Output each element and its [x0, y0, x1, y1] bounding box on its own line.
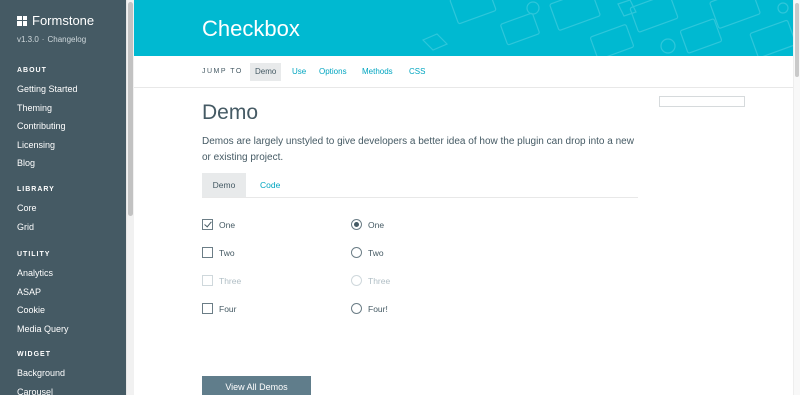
- nav-heading-utility: UTILITY: [17, 251, 51, 258]
- sidebar-scrollbar-thumb[interactable]: [128, 2, 133, 216]
- checkbox-label: Four: [219, 303, 237, 314]
- checkbox-option[interactable]: Two: [202, 246, 235, 259]
- sidebar: Formstone v1.3.0 · Changelog ABOUT Getting…: [0, 0, 126, 395]
- sidebar-item-background[interactable]: Background: [17, 366, 65, 385]
- nav-heading-widget: WIDGET: [17, 351, 51, 358]
- side-search-input[interactable]: [659, 96, 745, 107]
- version-label: v1.3.0: [17, 35, 39, 44]
- sidebar-item-licensing[interactable]: Licensing: [17, 138, 78, 157]
- nav-heading-about: ABOUT: [17, 67, 47, 74]
- jump-link-demo[interactable]: Demo: [250, 63, 282, 81]
- formstone-logo-icon: [17, 15, 27, 26]
- nav-heading-library: LIBRARY: [17, 186, 55, 193]
- radio-option[interactable]: Four!: [351, 302, 388, 315]
- sidebar-item-core[interactable]: Core: [17, 201, 55, 220]
- radio-option-disabled: Three: [351, 274, 390, 287]
- demo-tabs: Demo Code: [202, 173, 638, 198]
- sidebar-item-asap[interactable]: ASAP: [17, 285, 69, 304]
- radio-option[interactable]: Two: [351, 246, 384, 259]
- section-description: Demos are largely unstyled to give devel…: [202, 136, 634, 163]
- jump-link-use[interactable]: Use: [292, 63, 306, 81]
- radio-label: Four!: [368, 303, 388, 314]
- jump-to-label: JUMP TO: [202, 68, 243, 75]
- radio-dot-icon: [354, 222, 359, 227]
- section-title: Demo: [202, 101, 259, 124]
- jump-link-css[interactable]: CSS: [409, 63, 425, 81]
- checkbox-label: Two: [219, 247, 235, 258]
- checkbox-label: Three: [219, 275, 242, 286]
- jump-link-options[interactable]: Options: [319, 63, 347, 81]
- page-title: Checkbox: [202, 16, 300, 41]
- radio-label: Two: [368, 247, 384, 258]
- checkbox[interactable]: [202, 219, 213, 230]
- checkbox-option-disabled: Three: [202, 274, 241, 287]
- radio-button[interactable]: [351, 303, 362, 314]
- page-header: Checkbox: [134, 0, 793, 56]
- checkbox[interactable]: [202, 303, 213, 314]
- radio-label: One: [368, 219, 385, 230]
- brand[interactable]: Formstone: [17, 13, 94, 28]
- sidebar-item-getting-started[interactable]: Getting Started: [17, 82, 78, 101]
- radio-label: Three: [368, 275, 391, 286]
- brand-name[interactable]: Formstone: [32, 13, 94, 28]
- sidebar-item-carousel[interactable]: Carousel: [17, 385, 65, 395]
- version-line: v1.3.0 · Changelog: [17, 35, 87, 44]
- checkbox-option[interactable]: Four: [202, 302, 236, 315]
- radio-button[interactable]: [351, 247, 362, 258]
- sidebar-item-analytics[interactable]: Analytics: [17, 266, 69, 285]
- changelog-link[interactable]: Changelog: [47, 35, 86, 44]
- tab-demo[interactable]: Demo: [202, 173, 246, 197]
- sidebar-item-media-query[interactable]: Media Query: [17, 322, 69, 341]
- nav-section-library: LIBRARY Core Grid: [17, 185, 55, 238]
- check-icon: [204, 219, 212, 228]
- sidebar-item-grid[interactable]: Grid: [17, 220, 55, 239]
- checkbox[interactable]: [202, 247, 213, 258]
- checkbox-disabled: [202, 275, 213, 286]
- nav-section-utility: UTILITY Analytics ASAP Cookie Media Quer…: [17, 250, 69, 340]
- radio-button-disabled: [351, 275, 362, 286]
- jump-nav: JUMP TO Demo Use Options Methods CSS: [134, 56, 793, 88]
- sidebar-item-contributing[interactable]: Contributing: [17, 119, 78, 138]
- radio-option[interactable]: One: [351, 218, 384, 231]
- checkbox-label: One: [219, 219, 236, 230]
- page-scrollbar-thumb[interactable]: [795, 3, 799, 77]
- nav-section-widget: WIDGET Background Carousel: [17, 350, 65, 395]
- sidebar-item-cookie[interactable]: Cookie: [17, 303, 69, 322]
- sidebar-item-blog[interactable]: Blog: [17, 156, 78, 175]
- tab-code[interactable]: Code: [260, 173, 280, 197]
- nav-section-about: ABOUT Getting Started Theming Contributi…: [17, 66, 78, 175]
- header-pattern: [421, 0, 793, 56]
- view-all-demos-button[interactable]: View All Demos: [202, 376, 311, 395]
- jump-link-methods[interactable]: Methods: [362, 63, 393, 81]
- radio-button[interactable]: [351, 219, 362, 230]
- checkbox-option[interactable]: One: [202, 218, 235, 231]
- sidebar-item-theming[interactable]: Theming: [17, 101, 78, 120]
